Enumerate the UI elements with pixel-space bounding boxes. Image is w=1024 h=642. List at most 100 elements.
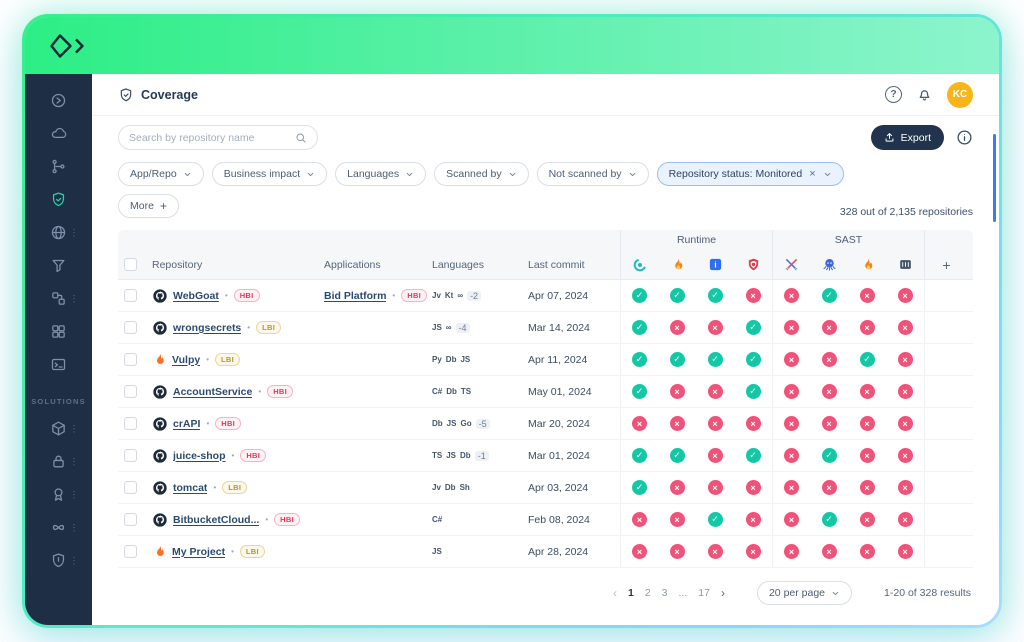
status-not-covered-icon[interactable]: ×	[632, 416, 647, 431]
status-not-covered-icon[interactable]: ×	[898, 416, 913, 431]
status-covered-icon[interactable]: ✓	[632, 288, 647, 303]
status-not-covered-icon[interactable]: ×	[746, 544, 761, 559]
row-checkbox[interactable]	[124, 545, 137, 558]
column-header-repository[interactable]: Repository	[152, 259, 324, 271]
status-not-covered-icon[interactable]: ×	[898, 352, 913, 367]
sidebar-item-branch[interactable]	[25, 150, 92, 183]
filter-chip-3[interactable]: Scanned by	[434, 162, 528, 186]
row-checkbox[interactable]	[124, 353, 137, 366]
repository-link[interactable]: My Project	[172, 546, 225, 558]
column-header-applications[interactable]: Applications	[324, 259, 432, 271]
status-covered-icon[interactable]: ✓	[670, 448, 685, 463]
status-not-covered-icon[interactable]: ×	[784, 320, 799, 335]
status-not-covered-icon[interactable]: ×	[708, 448, 723, 463]
status-not-covered-icon[interactable]: ×	[860, 320, 875, 335]
repository-link[interactable]: AccountService	[173, 386, 252, 398]
status-covered-icon[interactable]: ✓	[708, 512, 723, 527]
status-not-covered-icon[interactable]: ×	[784, 448, 799, 463]
page-number[interactable]: 3	[662, 587, 668, 599]
status-not-covered-icon[interactable]: ×	[860, 512, 875, 527]
application-link[interactable]: Bid Platform	[324, 290, 386, 302]
status-not-covered-icon[interactable]: ×	[898, 448, 913, 463]
status-covered-icon[interactable]: ✓	[822, 448, 837, 463]
row-checkbox[interactable]	[124, 417, 137, 430]
status-not-covered-icon[interactable]: ×	[822, 384, 837, 399]
search-input[interactable]	[129, 132, 289, 144]
sidebar-item-infinity[interactable]: ⋮	[25, 511, 92, 544]
status-not-covered-icon[interactable]: ×	[708, 544, 723, 559]
page-number[interactable]: 1	[628, 587, 634, 599]
status-covered-icon[interactable]: ✓	[746, 320, 761, 335]
remove-filter-icon[interactable]: ×	[809, 168, 815, 180]
status-not-covered-icon[interactable]: ×	[670, 320, 685, 335]
languages-overflow-count[interactable]: -5	[476, 419, 490, 429]
next-page-button[interactable]: ›	[721, 586, 725, 600]
row-checkbox[interactable]	[124, 385, 137, 398]
status-covered-icon[interactable]: ✓	[746, 448, 761, 463]
status-not-covered-icon[interactable]: ×	[860, 384, 875, 399]
status-covered-icon[interactable]: ✓	[670, 352, 685, 367]
status-not-covered-icon[interactable]: ×	[898, 544, 913, 559]
status-covered-icon[interactable]: ✓	[632, 448, 647, 463]
filter-chip-4[interactable]: Not scanned by	[537, 162, 649, 186]
status-covered-icon[interactable]: ✓	[822, 512, 837, 527]
page-number[interactable]: 17	[698, 587, 710, 599]
row-checkbox[interactable]	[124, 321, 137, 334]
repository-link[interactable]: WebGoat	[173, 290, 219, 302]
sidebar-item-lock[interactable]: ⋮	[25, 445, 92, 478]
status-not-covered-icon[interactable]: ×	[632, 544, 647, 559]
row-checkbox[interactable]	[124, 289, 137, 302]
status-not-covered-icon[interactable]: ×	[860, 288, 875, 303]
tool-column-contrast-icon[interactable]	[620, 250, 658, 279]
status-not-covered-icon[interactable]: ×	[860, 480, 875, 495]
status-not-covered-icon[interactable]: ×	[670, 416, 685, 431]
status-not-covered-icon[interactable]: ×	[746, 416, 761, 431]
status-covered-icon[interactable]: ✓	[632, 480, 647, 495]
per-page-select[interactable]: 20 per page	[757, 581, 852, 605]
status-not-covered-icon[interactable]: ×	[784, 544, 799, 559]
sidebar-item-workflow[interactable]: ⋮	[25, 282, 92, 315]
filter-chip-0[interactable]: App/Repo	[118, 162, 204, 186]
repository-link[interactable]: tomcat	[173, 482, 207, 494]
status-not-covered-icon[interactable]: ×	[898, 288, 913, 303]
status-covered-icon[interactable]: ✓	[822, 288, 837, 303]
sidebar-item-grid[interactable]	[25, 315, 92, 348]
help-icon[interactable]: ?	[885, 86, 902, 103]
sidebar-item-globe[interactable]: ⋮	[25, 216, 92, 249]
status-not-covered-icon[interactable]: ×	[822, 352, 837, 367]
filter-chip-active[interactable]: Repository status: Monitored×	[657, 162, 844, 186]
status-not-covered-icon[interactable]: ×	[784, 384, 799, 399]
status-not-covered-icon[interactable]: ×	[670, 384, 685, 399]
row-checkbox[interactable]	[124, 481, 137, 494]
status-not-covered-icon[interactable]: ×	[746, 288, 761, 303]
status-not-covered-icon[interactable]: ×	[822, 544, 837, 559]
status-not-covered-icon[interactable]: ×	[898, 512, 913, 527]
apiiro-logo[interactable]	[49, 33, 91, 59]
status-not-covered-icon[interactable]: ×	[670, 480, 685, 495]
status-not-covered-icon[interactable]: ×	[898, 480, 913, 495]
status-not-covered-icon[interactable]: ×	[746, 512, 761, 527]
status-covered-icon[interactable]: ✓	[746, 384, 761, 399]
add-column-button[interactable]: +	[942, 258, 950, 272]
status-covered-icon[interactable]: ✓	[860, 352, 875, 367]
sidebar-item-guard[interactable]: ⋮	[25, 544, 92, 577]
status-covered-icon[interactable]: ✓	[746, 352, 761, 367]
repository-link[interactable]: wrongsecrets	[173, 322, 241, 334]
status-covered-icon[interactable]: ✓	[708, 288, 723, 303]
status-covered-icon[interactable]: ✓	[632, 320, 647, 335]
status-not-covered-icon[interactable]: ×	[860, 416, 875, 431]
status-not-covered-icon[interactable]: ×	[860, 448, 875, 463]
status-not-covered-icon[interactable]: ×	[670, 512, 685, 527]
status-not-covered-icon[interactable]: ×	[822, 320, 837, 335]
status-covered-icon[interactable]: ✓	[708, 352, 723, 367]
avatar[interactable]: KC	[947, 82, 973, 108]
status-not-covered-icon[interactable]: ×	[670, 544, 685, 559]
languages-overflow-count[interactable]: -4	[456, 323, 470, 333]
column-header-languages[interactable]: Languages	[432, 259, 528, 271]
status-not-covered-icon[interactable]: ×	[784, 512, 799, 527]
info-icon[interactable]	[956, 129, 973, 146]
status-not-covered-icon[interactable]: ×	[708, 416, 723, 431]
status-not-covered-icon[interactable]: ×	[784, 288, 799, 303]
status-not-covered-icon[interactable]: ×	[898, 320, 913, 335]
status-not-covered-icon[interactable]: ×	[784, 480, 799, 495]
